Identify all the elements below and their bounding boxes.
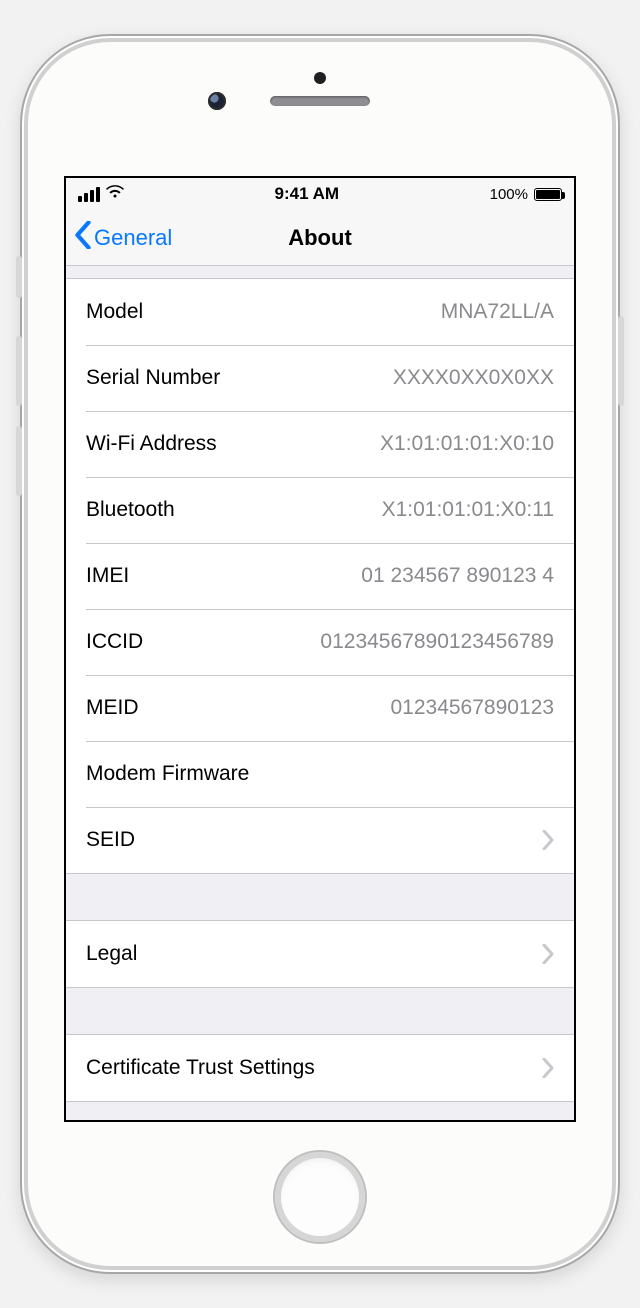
row-bluetooth[interactable]: Bluetooth X1:01:01:01:X0:11 <box>66 477 574 543</box>
row-seid[interactable]: SEID <box>66 807 574 873</box>
label: Model <box>86 300 143 324</box>
label: Wi-Fi Address <box>86 432 217 456</box>
back-button[interactable]: General <box>74 221 172 255</box>
label: Certificate Trust Settings <box>86 1056 315 1080</box>
value: XXXX0XX0X0XX <box>393 366 554 390</box>
value: 01234567890123456789 <box>320 630 554 654</box>
chevron-right-icon <box>542 944 554 964</box>
home-button[interactable] <box>275 1152 365 1242</box>
value: 01234567890123 <box>390 696 554 720</box>
label: Legal <box>86 942 137 966</box>
row-serial-number[interactable]: Serial Number XXXX0XX0X0XX <box>66 345 574 411</box>
battery-percentage: 100% <box>490 186 528 203</box>
volume-down-button <box>16 426 22 496</box>
back-label: General <box>94 225 172 251</box>
row-model[interactable]: Model MNA72LL/A <box>66 279 574 345</box>
cellular-signal-icon <box>78 187 100 202</box>
value: X1:01:01:01:X0:10 <box>380 432 554 456</box>
screen: 9:41 AM 100% General About Model MN <box>64 176 576 1122</box>
volume-up-button <box>16 336 22 406</box>
battery-icon <box>534 188 562 201</box>
row-iccid[interactable]: ICCID 01234567890123456789 <box>66 609 574 675</box>
chevron-right-icon <box>542 830 554 850</box>
label: Modem Firmware <box>86 762 249 786</box>
row-modem-firmware[interactable]: Modem Firmware <box>66 741 574 807</box>
label: IMEI <box>86 564 129 588</box>
status-time: 9:41 AM <box>275 184 340 204</box>
front-camera <box>208 92 226 110</box>
label: Bluetooth <box>86 498 175 522</box>
legal-group: Legal <box>66 920 574 988</box>
row-legal[interactable]: Legal <box>66 921 574 987</box>
content-scroll[interactable]: Model MNA72LL/A Serial Number XXXX0XX0X0… <box>66 266 574 1120</box>
label: MEID <box>86 696 139 720</box>
row-meid[interactable]: MEID 01234567890123 <box>66 675 574 741</box>
mute-switch <box>16 256 22 298</box>
value: 01 234567 890123 4 <box>361 564 554 588</box>
navigation-bar: General About <box>66 210 574 266</box>
row-wifi-address[interactable]: Wi-Fi Address X1:01:01:01:X0:10 <box>66 411 574 477</box>
cert-group: Certificate Trust Settings <box>66 1034 574 1102</box>
label: ICCID <box>86 630 143 654</box>
chevron-left-icon <box>74 221 92 255</box>
about-details-group: Model MNA72LL/A Serial Number XXXX0XX0X0… <box>66 278 574 874</box>
value: X1:01:01:01:X0:11 <box>382 498 554 522</box>
iphone-device-frame: 9:41 AM 100% General About Model MN <box>20 34 620 1274</box>
row-certificate-trust-settings[interactable]: Certificate Trust Settings <box>66 1035 574 1101</box>
wifi-icon <box>106 185 124 204</box>
power-button <box>618 316 624 406</box>
value: MNA72LL/A <box>441 300 554 324</box>
label: SEID <box>86 828 135 852</box>
earpiece-speaker <box>270 96 370 106</box>
status-bar: 9:41 AM 100% <box>66 178 574 210</box>
label: Serial Number <box>86 366 220 390</box>
row-imei[interactable]: IMEI 01 234567 890123 4 <box>66 543 574 609</box>
chevron-right-icon <box>542 1058 554 1078</box>
proximity-sensor <box>314 72 326 84</box>
